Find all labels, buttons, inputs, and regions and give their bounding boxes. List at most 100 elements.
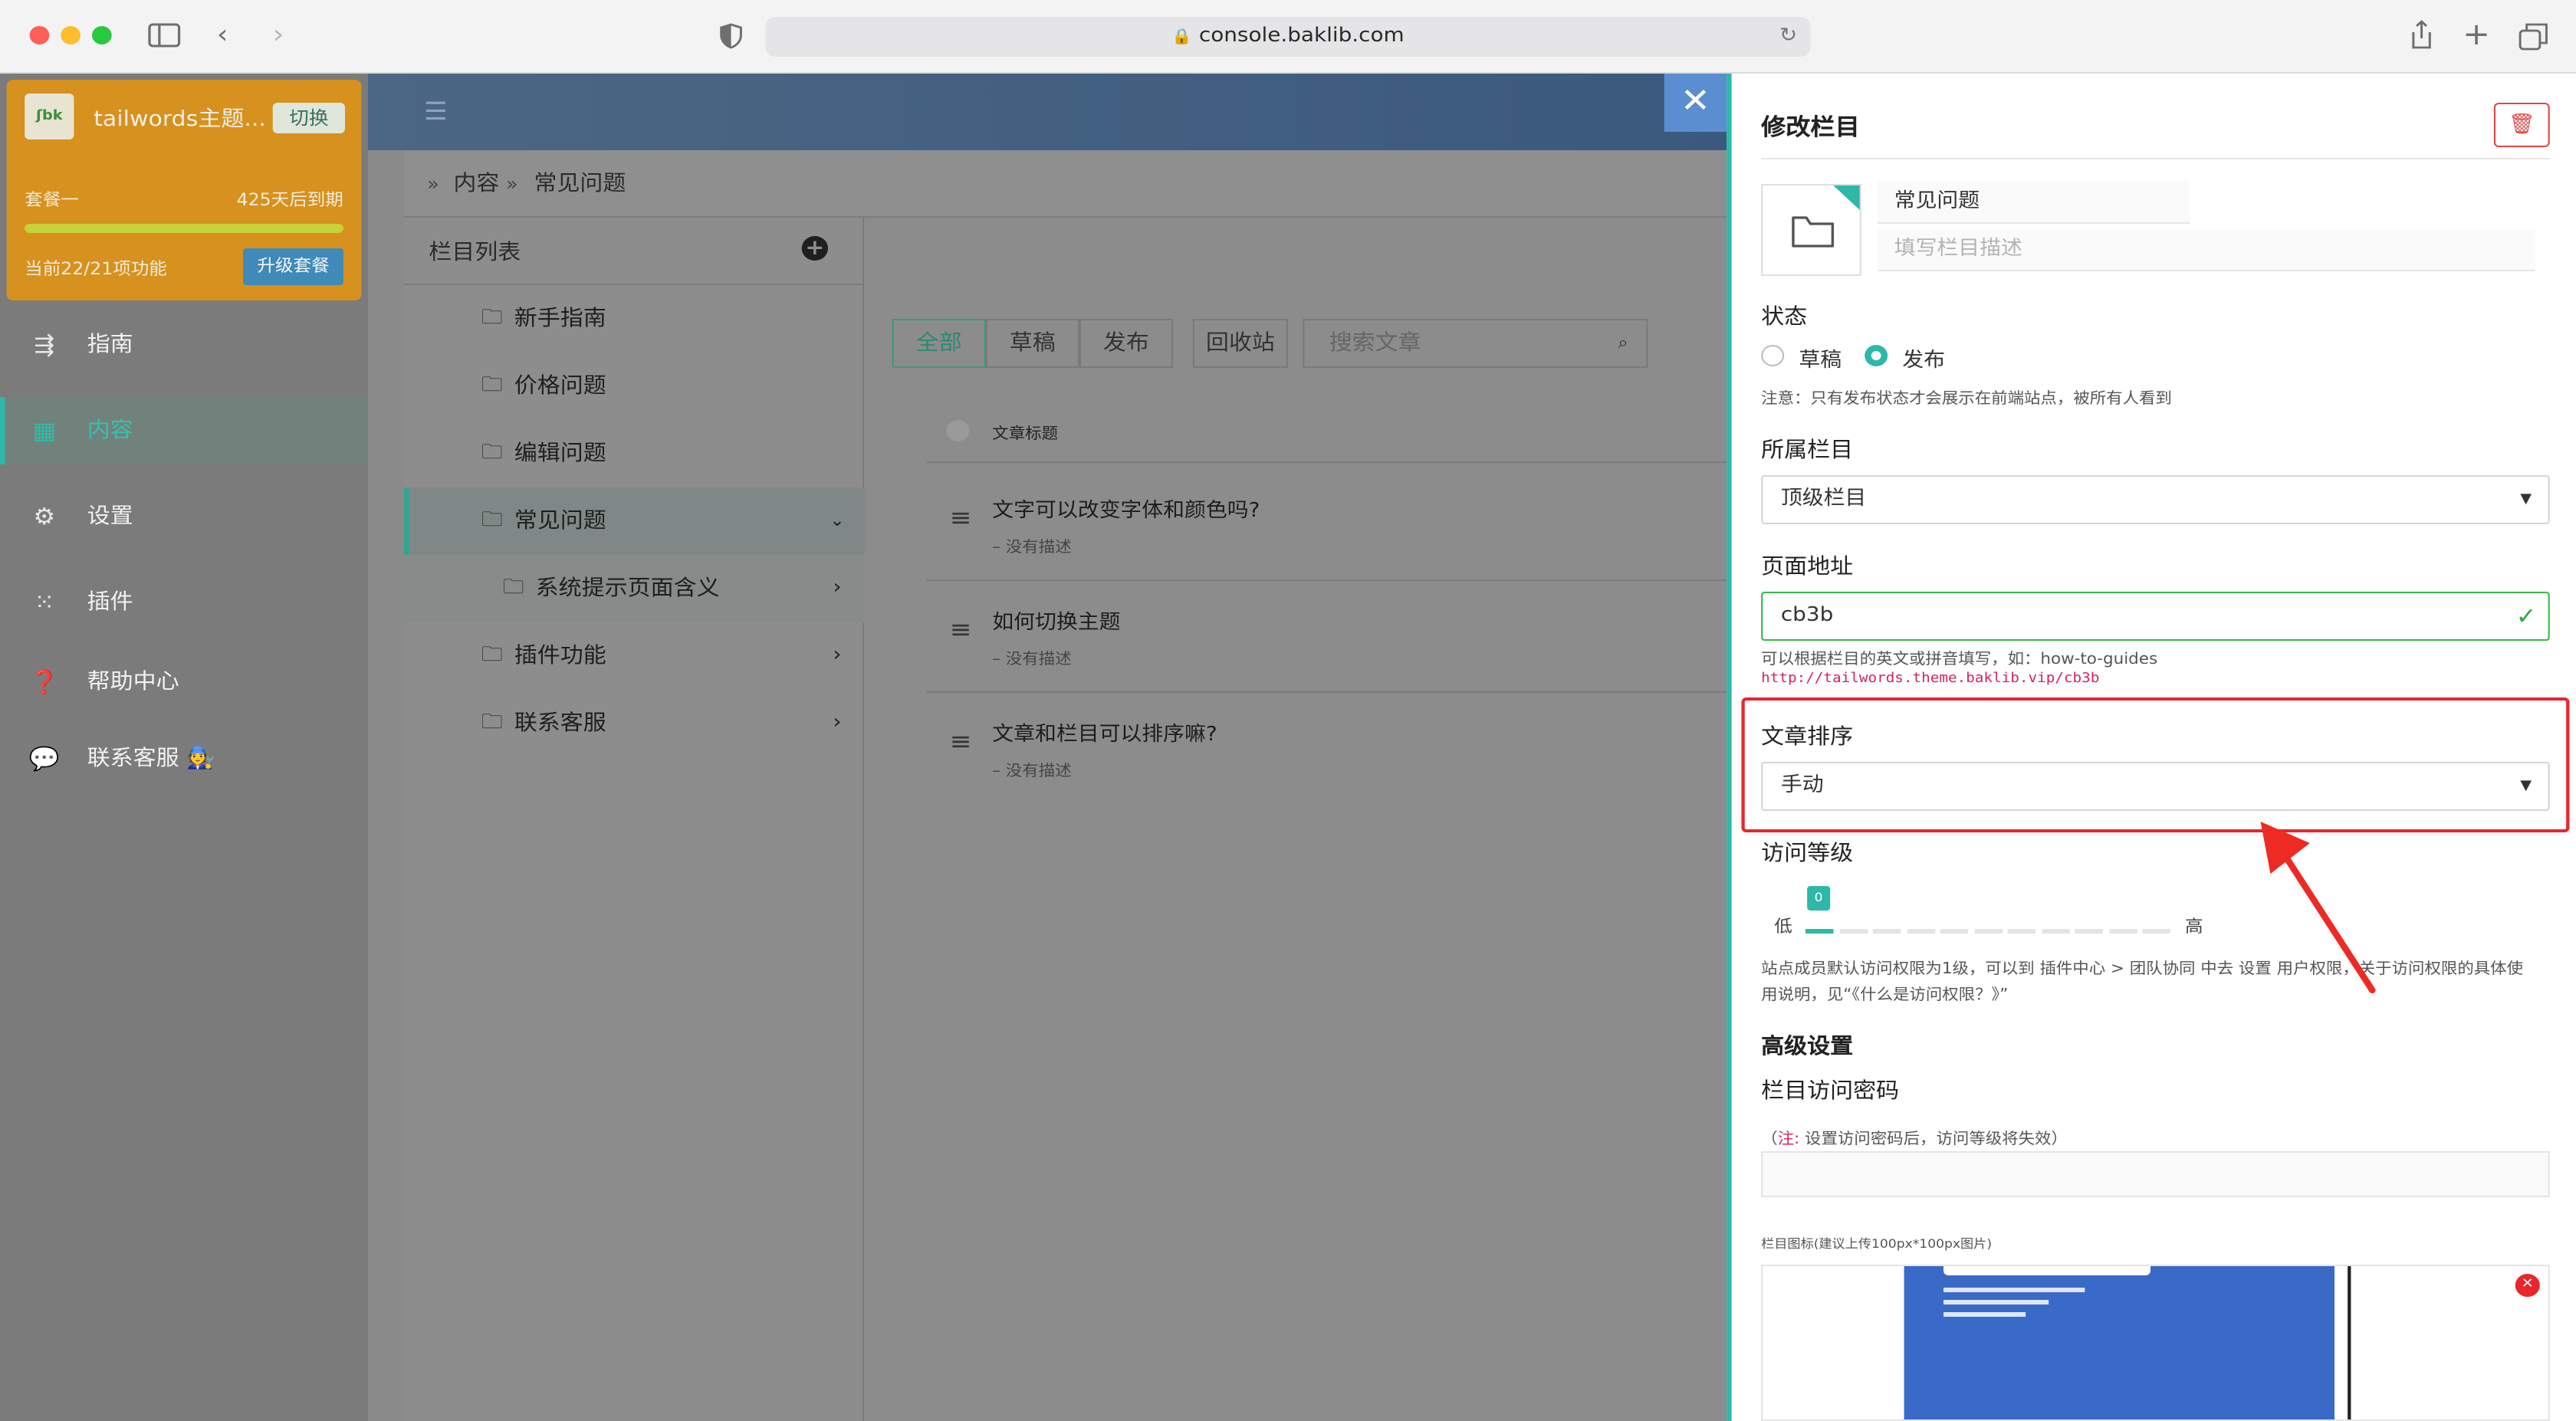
close-window-button[interactable] xyxy=(29,26,50,44)
column-icon-upload[interactable]: ✕ xyxy=(1761,1265,2550,1421)
new-tab-icon[interactable]: + xyxy=(2463,18,2490,49)
status-published-label: 发布 xyxy=(1902,350,1946,372)
filter-published-button[interactable]: 发布 xyxy=(1079,319,1173,368)
select-all-checkbox[interactable] xyxy=(946,420,970,441)
access-tick[interactable] xyxy=(2075,929,2103,934)
filter-all-button[interactable]: 全部 xyxy=(892,319,986,368)
chevron-down-icon[interactable]: ⌄ xyxy=(830,487,845,555)
access-tick[interactable] xyxy=(2108,929,2137,934)
active-indicator xyxy=(404,487,409,555)
status-published-radio[interactable] xyxy=(1865,345,1888,366)
column-item[interactable]: 🗀 插件功能 › xyxy=(404,622,864,690)
column-item[interactable]: 🗀 价格问题 xyxy=(404,353,864,420)
access-tick[interactable] xyxy=(2041,929,2069,934)
access-tick[interactable] xyxy=(1973,929,2003,934)
access-tick[interactable] xyxy=(1806,929,1834,934)
parent-column-select[interactable]: 顶级栏目 ▼ xyxy=(1761,475,2550,524)
upgrade-button[interactable]: 升级套餐 xyxy=(243,248,343,285)
access-tick[interactable] xyxy=(1872,929,1901,934)
folder-icon: 🗀 xyxy=(481,509,503,532)
password-note: （注: 设置访问密码后，访问等级将失效） xyxy=(1761,1125,2068,1148)
tab-overview-icon[interactable] xyxy=(2518,23,2548,51)
sidebar-item-settings[interactable]: ⚙ 设置 xyxy=(0,483,368,550)
access-level-slider[interactable]: 0 xyxy=(1806,886,2183,935)
search-icon[interactable]: ⌕ xyxy=(1618,320,1628,366)
drag-handle-icon[interactable]: ≡ xyxy=(950,503,972,532)
column-item[interactable]: 🗀 新手指南 xyxy=(404,285,864,353)
article-row[interactable]: ≡ 文字可以改变字体和颜色吗? – 没有描述 xyxy=(926,469,1768,581)
article-title[interactable]: 如何切换主题 xyxy=(992,605,1120,635)
sidebar-item-help[interactable]: ❓ 帮助中心 xyxy=(0,648,368,716)
search-article-input[interactable]: 搜索文章 ⌕ xyxy=(1303,319,1648,368)
close-drawer-button[interactable]: ✕ xyxy=(1664,74,1727,132)
sidebar-item-guide[interactable]: ⇶ 指南 xyxy=(0,311,368,379)
folder-icon: 🗀 xyxy=(481,644,503,667)
column-password-input[interactable] xyxy=(1761,1151,2550,1197)
chevron-right-icon[interactable]: › xyxy=(833,690,841,757)
org-logo-icon: ʃbk xyxy=(25,94,74,139)
slug-url[interactable]: http://tailwords.theme.baklib.vip/cb3b xyxy=(1761,671,2099,687)
chevron-right-icon[interactable]: › xyxy=(833,555,841,622)
plan-progress-fill xyxy=(25,224,343,233)
column-password-label: 栏目访问密码 xyxy=(1761,1079,1900,1104)
sort-label: 文章排序 xyxy=(1761,725,1854,750)
add-column-icon[interactable]: + xyxy=(801,236,828,261)
article-title[interactable]: 文字可以改变字体和颜色吗? xyxy=(992,494,1260,523)
app-sidebar: ʃbk tailwords主题... 切换 套餐一 425天后到期 当前22/2… xyxy=(0,74,368,1421)
status-draft-radio[interactable] xyxy=(1761,345,1785,366)
column-icon-picker[interactable] xyxy=(1761,184,1861,276)
slug-hint: 可以根据栏目的英文或拼音填写，如：how-to-guides xyxy=(1761,651,2158,668)
reload-icon[interactable]: ↻ xyxy=(1779,17,1797,57)
drag-handle-icon[interactable]: ≡ xyxy=(950,615,972,644)
minimize-window-button[interactable] xyxy=(61,26,80,44)
access-tick[interactable] xyxy=(1940,929,1969,934)
sidebar-item-contact[interactable]: 💬 联系客服 🧑‍🔧 xyxy=(0,725,368,793)
delete-column-button[interactable]: 🗑 xyxy=(2493,103,2550,147)
column-name-input[interactable]: 常见问题 xyxy=(1878,181,2190,224)
org-card: ʃbk tailwords主题... 切换 套餐一 425天后到期 当前22/2… xyxy=(6,80,362,300)
privacy-shield-icon[interactable] xyxy=(720,23,743,49)
switch-org-button[interactable]: 切换 xyxy=(272,103,345,133)
folder-icon: 🗀 xyxy=(502,576,524,599)
access-level-badge[interactable]: 0 xyxy=(1807,886,1831,911)
drag-handle-icon[interactable]: ≡ xyxy=(950,727,972,756)
column-item[interactable]: 🗀 编辑问题 xyxy=(404,420,864,487)
breadcrumb-item[interactable]: 常见问题 xyxy=(534,150,626,218)
sidebar-item-plugins[interactable]: ⁙ 插件 xyxy=(0,569,368,636)
sort-select[interactable]: 手动 ▼ xyxy=(1761,762,2550,811)
zoom-window-button[interactable] xyxy=(92,26,112,44)
access-tick[interactable] xyxy=(1838,929,1868,934)
sidebar-toggle-icon[interactable] xyxy=(148,23,181,48)
column-desc-input[interactable]: 填写栏目描述 xyxy=(1878,228,2535,271)
column-item-active[interactable]: 🗀 常见问题 ⌄ xyxy=(404,487,865,555)
chevron-right-icon[interactable]: › xyxy=(833,622,841,690)
column-item[interactable]: 🗀 系统提示页面含义 › xyxy=(404,555,865,622)
folder-icon: 🗀 xyxy=(481,441,503,464)
menu-icon[interactable]: ☰ xyxy=(424,97,448,126)
radio-dot xyxy=(1871,351,1881,360)
filter-draft-button[interactable]: 草稿 xyxy=(985,319,1079,368)
remove-image-icon[interactable]: ✕ xyxy=(2515,1274,2540,1297)
back-icon[interactable]: ‹ xyxy=(217,20,228,51)
slug-input[interactable]: cb3b ✓ xyxy=(1761,592,2550,641)
filter-trash-button[interactable]: 回收站 xyxy=(1192,319,1288,368)
column-list-title: 栏目列表 xyxy=(429,241,521,265)
breadcrumb-item[interactable]: 内容 xyxy=(453,150,499,218)
share-icon[interactable] xyxy=(2408,20,2434,51)
access-tick[interactable] xyxy=(1906,929,1935,934)
sidebar-item-content[interactable]: ▦ 内容 xyxy=(0,397,368,464)
address-bar[interactable]: 🔒 console.baklib.com ↻ xyxy=(765,17,1811,57)
chat-icon: 💬 xyxy=(28,745,60,773)
article-row[interactable]: ≡ 文章和栏目可以排序嘛? – 没有描述 xyxy=(927,693,1768,805)
access-tick[interactable] xyxy=(2007,929,2036,934)
forward-icon[interactable]: › xyxy=(273,20,284,51)
parent-column-value: 顶级栏目 xyxy=(1780,487,1867,510)
article-row[interactable]: ≡ 如何切换主题 – 没有描述 xyxy=(926,581,1768,693)
gear-icon: ⚙ xyxy=(33,503,56,530)
preview-line xyxy=(1944,1300,2049,1304)
column-label: 常见问题 xyxy=(514,509,606,533)
access-low-label: 低 xyxy=(1774,917,1792,937)
column-item[interactable]: 🗀 联系客服 › xyxy=(404,690,864,757)
access-tick[interactable] xyxy=(2142,929,2170,934)
article-title[interactable]: 文章和栏目可以排序嘛? xyxy=(992,717,1217,747)
